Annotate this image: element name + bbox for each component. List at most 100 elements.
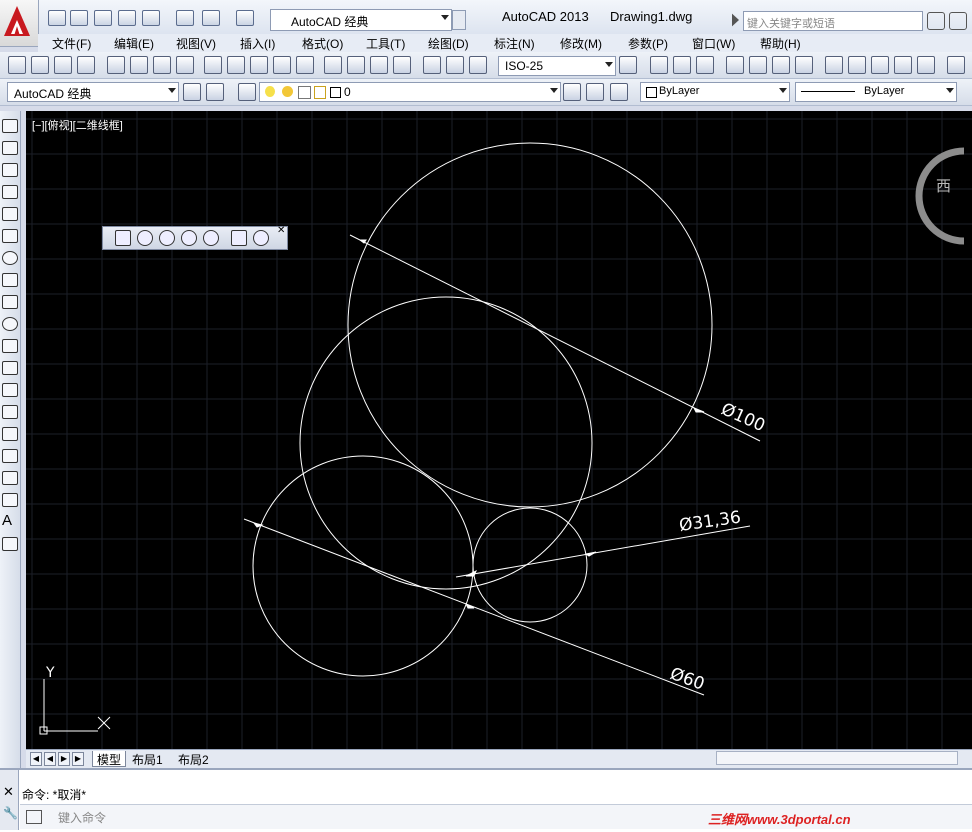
workspace-select[interactable]: AutoCAD 经典 bbox=[7, 82, 179, 102]
copy-icon[interactable] bbox=[848, 56, 866, 74]
print-icon[interactable] bbox=[176, 10, 194, 26]
add-sphere-icon[interactable] bbox=[159, 230, 175, 246]
menu-dimension[interactable]: 标注(N) bbox=[494, 35, 535, 52]
dimension-space-icon[interactable] bbox=[273, 56, 291, 74]
drawing-canvas[interactable]: Ø100 Ø31,36 Ø60 Y bbox=[26, 111, 972, 749]
dimension-update-icon[interactable] bbox=[469, 56, 487, 74]
menu-view[interactable]: 视图(V) bbox=[176, 35, 216, 52]
search-input[interactable]: 键入关键字或短语 bbox=[743, 11, 923, 31]
circle-middle[interactable] bbox=[299, 296, 593, 590]
tab-layout1[interactable]: 布局1 bbox=[128, 751, 167, 767]
dimension-text-medium[interactable]: Ø60 bbox=[667, 664, 707, 695]
dimension-line-small[interactable] bbox=[455, 525, 751, 578]
quick-dimension-icon[interactable] bbox=[204, 56, 222, 74]
make-current-layer-icon[interactable] bbox=[563, 83, 581, 101]
menu-window[interactable]: 窗口(W) bbox=[692, 35, 735, 52]
dimension-text-small[interactable]: Ø31,36 bbox=[678, 508, 742, 536]
circle-icon[interactable] bbox=[2, 251, 18, 265]
cut-icon[interactable] bbox=[825, 56, 843, 74]
no-entry-icon[interactable] bbox=[203, 230, 219, 246]
polygon-icon[interactable] bbox=[2, 185, 18, 199]
tolerance-icon[interactable] bbox=[324, 56, 342, 74]
qnew-icon[interactable] bbox=[650, 56, 668, 74]
menu-draw[interactable]: 绘图(D) bbox=[428, 35, 469, 52]
angular-dimension-icon[interactable] bbox=[176, 56, 194, 74]
hatch-icon[interactable] bbox=[2, 427, 18, 441]
application-menu-button[interactable] bbox=[0, 0, 39, 47]
workspace-settings-icon[interactable] bbox=[183, 83, 201, 101]
construction-line-icon[interactable] bbox=[2, 141, 18, 155]
arc-icon[interactable] bbox=[2, 229, 18, 243]
tab-layout2[interactable]: 布局2 bbox=[174, 751, 213, 767]
first-tab-button[interactable]: ◀ bbox=[30, 752, 42, 766]
diameter-dimension-icon[interactable] bbox=[153, 56, 171, 74]
undo-icon[interactable] bbox=[947, 56, 965, 74]
layer-properties-icon[interactable] bbox=[238, 83, 256, 101]
arc-length-icon[interactable] bbox=[54, 56, 72, 74]
insert-block-icon[interactable] bbox=[2, 361, 18, 375]
continue-dimension-icon[interactable] bbox=[250, 56, 268, 74]
center-mark-icon[interactable] bbox=[347, 56, 365, 74]
binoculars-icon[interactable] bbox=[927, 12, 945, 30]
linear-dimension-icon[interactable] bbox=[8, 56, 26, 74]
ordinate-dimension-icon[interactable] bbox=[77, 56, 95, 74]
user-center-icon[interactable] bbox=[949, 12, 967, 30]
ellipse-icon[interactable] bbox=[2, 317, 18, 331]
match-properties-icon[interactable] bbox=[894, 56, 912, 74]
point-icon[interactable] bbox=[2, 405, 18, 419]
layer-previous-icon[interactable] bbox=[586, 83, 604, 101]
box-icon[interactable] bbox=[231, 230, 247, 246]
menu-format[interactable]: 格式(O) bbox=[302, 35, 343, 52]
previous-tab-button[interactable]: ◀ bbox=[44, 752, 56, 766]
menu-edit[interactable]: 编辑(E) bbox=[114, 35, 154, 52]
line-icon[interactable] bbox=[2, 119, 18, 133]
viewcube-west-label[interactable]: 西 bbox=[936, 175, 951, 196]
paste-icon[interactable] bbox=[871, 56, 889, 74]
aligned-dimension-icon[interactable] bbox=[31, 56, 49, 74]
color-select[interactable]: ByLayer bbox=[640, 82, 790, 102]
revision-cloud-icon[interactable] bbox=[2, 273, 18, 287]
dimension-style-select[interactable]: ISO-25 bbox=[498, 56, 616, 76]
last-tab-button[interactable]: ▶ bbox=[72, 752, 84, 766]
menu-file[interactable]: 文件(F) bbox=[52, 35, 91, 52]
sphere-icon[interactable] bbox=[137, 230, 153, 246]
dimension-text-edit-icon[interactable] bbox=[446, 56, 464, 74]
region-icon[interactable] bbox=[2, 471, 18, 485]
save-icon[interactable] bbox=[696, 56, 714, 74]
plot-preview-icon[interactable] bbox=[142, 10, 160, 26]
table-icon[interactable] bbox=[2, 493, 18, 507]
new-file-icon[interactable] bbox=[48, 10, 66, 26]
linetype-select[interactable]: ByLayer bbox=[795, 82, 957, 102]
dimension-text-large[interactable]: Ø100 bbox=[718, 399, 768, 436]
plot-icon[interactable] bbox=[726, 56, 744, 74]
view-manager-icon[interactable] bbox=[115, 230, 131, 246]
gradient-icon[interactable] bbox=[2, 449, 18, 463]
block-editor-icon[interactable] bbox=[917, 56, 935, 74]
spline-icon[interactable] bbox=[2, 295, 18, 309]
menu-parametric[interactable]: 参数(P) bbox=[628, 35, 668, 52]
circle-bottom-left[interactable] bbox=[252, 455, 474, 677]
circle-small[interactable] bbox=[472, 507, 588, 623]
jogged-linear-icon[interactable] bbox=[393, 56, 411, 74]
layer-select[interactable]: 0 bbox=[259, 82, 561, 102]
baseline-dimension-icon[interactable] bbox=[227, 56, 245, 74]
undo-icon[interactable] bbox=[202, 10, 220, 26]
close-icon[interactable]: ✕ bbox=[277, 225, 285, 236]
dimension-line-medium[interactable] bbox=[243, 518, 705, 696]
workspace-selector[interactable]: AutoCAD 经典 bbox=[270, 9, 452, 31]
orbit-icon[interactable] bbox=[253, 230, 269, 246]
rectangle-icon[interactable] bbox=[2, 207, 18, 221]
quick-access-customize-button[interactable] bbox=[452, 10, 466, 30]
publish-icon[interactable] bbox=[772, 56, 790, 74]
open-file-icon[interactable] bbox=[70, 10, 88, 26]
dimension-edit-icon[interactable] bbox=[423, 56, 441, 74]
next-tab-button[interactable]: ▶ bbox=[58, 752, 70, 766]
jogged-dimension-icon[interactable] bbox=[130, 56, 148, 74]
menu-insert[interactable]: 插入(I) bbox=[240, 35, 275, 52]
3d-dwf-icon[interactable] bbox=[795, 56, 813, 74]
plot-preview-icon[interactable] bbox=[749, 56, 767, 74]
close-icon[interactable]: ✕ bbox=[3, 784, 14, 800]
my-workspace-icon[interactable] bbox=[206, 83, 224, 101]
menu-modify[interactable]: 修改(M) bbox=[560, 35, 602, 52]
menu-help[interactable]: 帮助(H) bbox=[760, 35, 801, 52]
